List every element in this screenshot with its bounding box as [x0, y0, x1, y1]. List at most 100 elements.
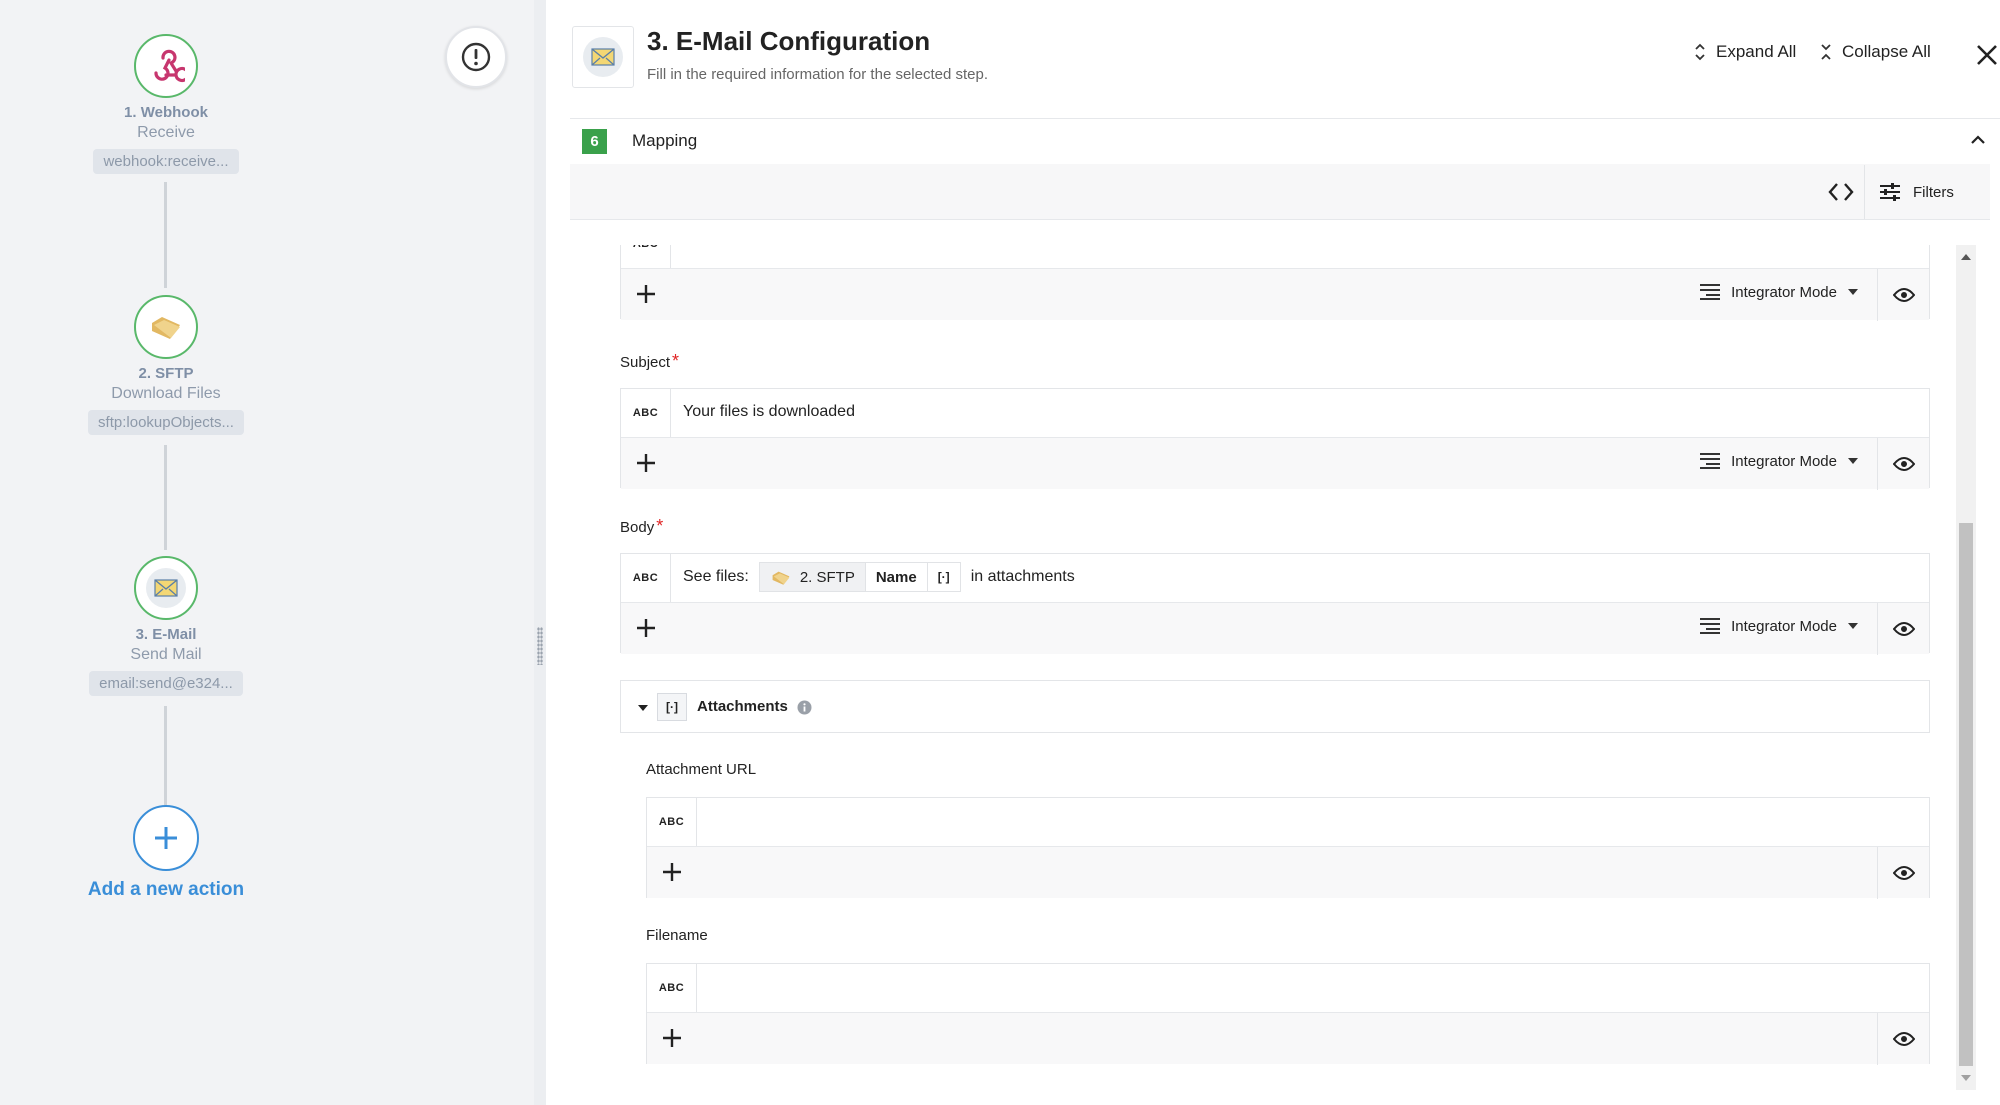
- attachments-label: Attachments: [697, 698, 788, 715]
- preview-button[interactable]: [1877, 603, 1929, 655]
- node-title: 1. Webhook: [124, 104, 208, 121]
- expand-icon: [1695, 43, 1705, 61]
- email-node-circle[interactable]: [134, 556, 198, 620]
- code-view-icon[interactable]: [1828, 178, 1854, 206]
- field-footer: Integrator Mode: [621, 602, 1929, 655]
- abc-type-label: ABC: [621, 389, 671, 437]
- mapping-token[interactable]: 2. SFTP Name [·]: [758, 562, 961, 592]
- section-header[interactable]: [570, 118, 2000, 164]
- exclamation-circle-icon: [461, 42, 491, 72]
- caret-down-icon[interactable]: [637, 704, 649, 712]
- mode-label: Integrator Mode: [1731, 283, 1837, 301]
- flow-node-webhook[interactable]: 1. Webhook Receive webhook:receive...: [0, 34, 332, 174]
- field-box-to: ABC Integrator Mode: [620, 245, 1930, 321]
- mode-label: Integrator Mode: [1731, 617, 1837, 635]
- expand-all-button[interactable]: Expand All: [1694, 42, 1796, 62]
- connector-line: [164, 445, 167, 550]
- collapse-icon: [1821, 44, 1831, 60]
- page-subtitle: Fill in the required information for the…: [647, 66, 989, 83]
- integrator-mode-dropdown[interactable]: Integrator Mode: [1699, 617, 1859, 635]
- eye-icon: [1892, 288, 1915, 302]
- close-icon[interactable]: [1974, 42, 2000, 68]
- flow-node-email[interactable]: 3. E-Mail Send Mail email:send@e324...: [0, 556, 332, 696]
- token-step-label: 2. SFTP: [799, 568, 855, 586]
- add-action-circle[interactable]: [133, 805, 199, 871]
- flow-node-sftp[interactable]: 2. SFTP Download Files sftp:lookupObject…: [0, 295, 332, 435]
- sftp-node-circle[interactable]: [134, 295, 198, 359]
- node-title: 2. SFTP: [138, 365, 194, 382]
- text-align-icon: [1700, 618, 1721, 634]
- mapping-form: ABC Integrator Mode: [546, 245, 1956, 1075]
- body-label-text: Body: [620, 519, 655, 536]
- attachment-url-field[interactable]: ABC: [646, 797, 1930, 899]
- field-footer: [647, 1012, 1929, 1065]
- body-input[interactable]: See files: 2. SFTP Name [·] in attachmen…: [683, 562, 1075, 592]
- panel-splitter[interactable]: [534, 0, 546, 1105]
- field-footer: Integrator Mode: [621, 268, 1929, 321]
- node-subtitle: Download Files: [111, 385, 221, 402]
- plus-icon[interactable]: [661, 1027, 683, 1049]
- section-number-badge: 6: [582, 129, 607, 154]
- warning-button[interactable]: [445, 26, 507, 88]
- sliders-icon: [1880, 183, 1900, 201]
- plus-icon[interactable]: [635, 452, 657, 474]
- scroll-down-arrow-icon[interactable]: [1961, 1074, 1971, 1082]
- plus-icon: [155, 827, 177, 849]
- plus-icon[interactable]: [635, 283, 657, 305]
- caret-down-icon: [1848, 458, 1858, 464]
- folder-icon: [772, 571, 790, 585]
- field-footer: [647, 846, 1929, 899]
- connector-line: [164, 706, 167, 806]
- plus-icon[interactable]: [661, 861, 683, 883]
- eye-icon: [1892, 622, 1915, 636]
- filename-field[interactable]: ABC: [646, 963, 1930, 1065]
- scrollbar-thumb[interactable]: [1959, 523, 1973, 1066]
- subject-field[interactable]: ABC Your files is downloaded Integrator …: [620, 388, 1930, 490]
- preview-button[interactable]: [1877, 847, 1929, 899]
- flow-panel: 1. Webhook Receive webhook:receive... 2.…: [0, 0, 534, 1105]
- scroll-up-arrow-icon[interactable]: [1961, 253, 1971, 261]
- page-title: 3. E-Mail Configuration: [647, 26, 931, 56]
- node-badge: sftp:lookupObjects...: [88, 410, 244, 435]
- step-icon: [572, 26, 634, 88]
- add-action-button[interactable]: Add a new action: [0, 805, 332, 901]
- body-field[interactable]: ABC See files: 2. SFTP Name [·] in attac…: [620, 553, 1930, 655]
- preview-button[interactable]: [1877, 269, 1929, 321]
- integrator-mode-dropdown[interactable]: Integrator Mode: [1699, 283, 1859, 301]
- envelope-icon: [154, 579, 178, 597]
- abc-type-label: ABC: [647, 964, 697, 1012]
- abc-type-label: ABC: [621, 245, 671, 268]
- filters-button[interactable]: Filters: [1864, 165, 1990, 219]
- token-field-label: Name: [864, 563, 927, 591]
- plus-icon[interactable]: [635, 617, 657, 639]
- integrator-mode-dropdown[interactable]: Integrator Mode: [1699, 452, 1859, 470]
- eye-icon: [1892, 866, 1915, 880]
- filters-label: Filters: [1913, 183, 1954, 201]
- node-badge: email:send@e324...: [89, 671, 243, 696]
- preview-button[interactable]: [1877, 1013, 1929, 1065]
- subject-label: Subject *: [620, 351, 679, 372]
- subject-input[interactable]: Your files is downloaded: [683, 403, 855, 421]
- attachments-header[interactable]: [·] Attachments: [620, 680, 1930, 733]
- text-align-icon: [1700, 453, 1721, 469]
- filename-label: Filename: [646, 927, 708, 944]
- text-align-icon: [1700, 284, 1721, 300]
- config-panel: 3. E-Mail Configuration Fill in the requ…: [546, 0, 2000, 1105]
- subject-label-text: Subject: [620, 354, 671, 371]
- resize-grip-icon[interactable]: [537, 627, 543, 665]
- collapse-all-button[interactable]: Collapse All: [1820, 42, 1931, 62]
- folder-icon: [152, 317, 180, 339]
- body-text-suffix: in attachments: [970, 568, 1075, 585]
- preview-button[interactable]: [1877, 438, 1929, 490]
- node-title: 3. E-Mail: [135, 626, 197, 643]
- section-title: Mapping: [632, 131, 698, 150]
- info-icon[interactable]: [797, 700, 812, 715]
- add-action-label: Add a new action: [87, 879, 245, 900]
- eye-icon: [1892, 457, 1915, 471]
- connector-line: [164, 182, 167, 288]
- webhook-icon: [154, 49, 185, 83]
- chevron-up-icon[interactable]: [1970, 132, 1986, 148]
- mapping-toolbar: [570, 164, 1990, 220]
- webhook-node-circle[interactable]: [134, 34, 198, 98]
- caret-down-icon: [1848, 623, 1858, 629]
